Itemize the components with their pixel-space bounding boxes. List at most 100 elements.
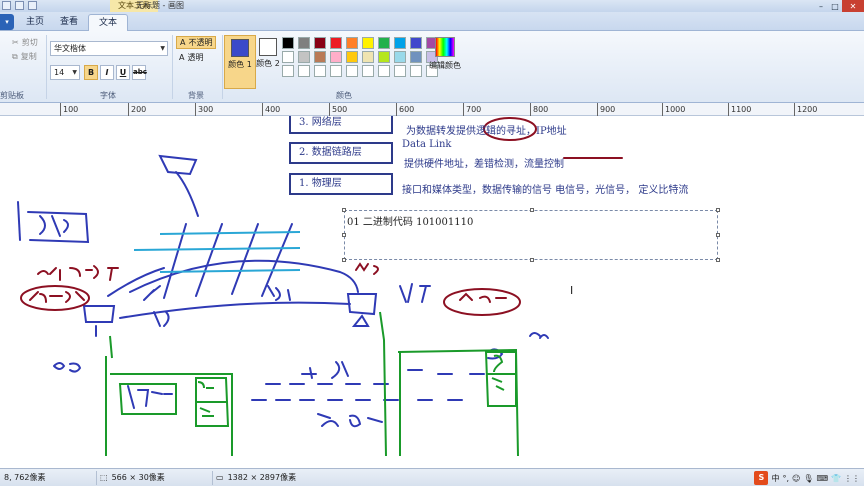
layer-label: 1. 物理层 [299, 178, 342, 189]
cut-button[interactable]: ✂ 剪切 [12, 37, 38, 48]
palette-swatch[interactable] [378, 65, 390, 77]
palette-swatch[interactable] [378, 51, 390, 63]
redo-icon[interactable] [28, 1, 37, 10]
color-wheel-icon [435, 37, 455, 57]
color1-label: 颜色 1 [228, 60, 252, 69]
undo-icon[interactable] [15, 1, 24, 10]
emoji-icon[interactable]: ☺ [792, 474, 800, 483]
drawing-canvas[interactable]: 3. 网络层 2. 数据链路层 1. 物理层 为数据转发提供逻辑的寻址，IP地址… [0, 116, 864, 468]
palette-swatch[interactable] [282, 51, 294, 63]
palette-swatch[interactable] [282, 65, 294, 77]
transparent-option[interactable]: A 透明 [176, 51, 206, 64]
palette-swatch[interactable] [330, 37, 342, 49]
text-box-content[interactable]: 01 二进制代码 101001110 [347, 213, 473, 228]
italic-button[interactable]: I [100, 65, 114, 80]
palette-swatch[interactable] [298, 65, 310, 77]
punctuation-icon[interactable]: °, [782, 474, 789, 483]
palette-swatch[interactable] [298, 51, 310, 63]
palette-swatch[interactable] [314, 37, 326, 49]
palette-swatch[interactable] [346, 51, 358, 63]
palette-swatch[interactable] [394, 37, 406, 49]
resize-handle[interactable] [342, 258, 346, 262]
resize-handle[interactable] [716, 258, 720, 262]
palette-swatch[interactable] [378, 37, 390, 49]
ruler-label: 300 [195, 103, 213, 116]
palette-swatch[interactable] [362, 65, 374, 77]
palette-swatch[interactable] [298, 37, 310, 49]
palette-swatch[interactable] [346, 65, 358, 77]
divider [212, 471, 213, 485]
sketch-stroke [158, 154, 198, 176]
app-menu-button[interactable]: ▾ [0, 14, 14, 30]
text-box[interactable]: 01 二进制代码 101001110 [342, 208, 720, 262]
layer-row: 3. 网络层 [289, 116, 393, 134]
palette-swatch[interactable] [346, 37, 358, 49]
annotation-stroke [29, 291, 85, 303]
palette-swatch[interactable] [330, 51, 342, 63]
resize-handle[interactable] [530, 208, 534, 212]
palette-swatch[interactable] [314, 51, 326, 63]
palette-swatch[interactable] [282, 37, 294, 49]
palette-swatch[interactable] [410, 51, 422, 63]
sketch-stroke [267, 285, 291, 301]
bold-button[interactable]: B [84, 65, 98, 80]
resize-handle[interactable] [342, 233, 346, 237]
resize-handle[interactable] [716, 233, 720, 237]
palette-swatch[interactable] [362, 51, 374, 63]
maximize-icon[interactable]: □ [828, 0, 842, 12]
color2-button[interactable]: 颜色 2 [252, 35, 284, 89]
keyboard-icon[interactable]: ⌨ [816, 474, 828, 483]
edit-colors-button[interactable]: 编辑颜色 [428, 37, 462, 71]
close-icon[interactable]: ✕ [842, 0, 864, 12]
skin-icon[interactable]: 👕 [831, 474, 841, 483]
layer-description: 为数据转发提供逻辑的寻址，IP地址 [406, 126, 567, 137]
ime-logo-icon[interactable]: S [754, 471, 769, 485]
sketch-stroke [143, 285, 161, 301]
tab-text[interactable]: 文本 [88, 14, 129, 31]
green-stroke [105, 335, 233, 456]
transparent-label: 透明 [187, 53, 204, 62]
palette-swatch[interactable] [394, 65, 406, 77]
save-icon[interactable] [2, 1, 11, 10]
ruler-label: 900 [597, 103, 615, 116]
resize-handle[interactable] [530, 258, 534, 262]
resize-handle[interactable] [342, 208, 346, 212]
palette-swatch[interactable] [314, 65, 326, 77]
grid-line [159, 231, 301, 235]
palette-swatch[interactable] [410, 37, 422, 49]
sketch-stroke [127, 385, 173, 409]
ime-mode[interactable]: 中 [771, 473, 779, 484]
tab-view[interactable]: 查看 [50, 14, 88, 31]
minimize-icon[interactable]: – [814, 0, 828, 12]
ruler-label: 700 [463, 103, 481, 116]
strikethrough-button[interactable]: abc [132, 65, 147, 80]
opaque-option[interactable]: A 不透明 [176, 36, 217, 49]
sketch-stroke [399, 283, 431, 303]
palette-swatch[interactable] [410, 65, 422, 77]
tab-home[interactable]: 主页 [16, 14, 54, 31]
underline-button[interactable]: U [116, 65, 130, 80]
grid-icon[interactable]: ⋮⋮ [844, 474, 860, 483]
sketch-stroke [529, 332, 549, 339]
font-family-select[interactable]: 华文楷体 ▼ [50, 41, 168, 56]
palette-swatch[interactable] [330, 65, 342, 77]
font-size-select[interactable]: 14 ▼ [50, 65, 80, 80]
layer-label: 3. 网络层 [299, 117, 342, 128]
copy-button[interactable]: ⧉ 复制 [12, 51, 37, 62]
resize-handle[interactable] [716, 208, 720, 212]
sketch-stroke [82, 305, 116, 323]
layer-label: 2. 数据链路层 [299, 147, 362, 158]
transparent-icon: A [179, 53, 185, 62]
microphone-icon[interactable]: 🎙 [803, 474, 813, 483]
opaque-icon: A [180, 38, 186, 47]
quick-access-toolbar [2, 1, 37, 10]
sketch-stroke [17, 201, 21, 241]
copy-label: 复制 [20, 52, 37, 61]
status-bar: 8, 762像素 ⬚ 566 × 30像素 ▭ 1382 × 2897像素 S 中 … [0, 468, 864, 486]
window-controls: – □ ✕ [814, 0, 864, 12]
cut-label: 剪切 [21, 38, 38, 47]
palette-swatch[interactable] [394, 51, 406, 63]
divider [222, 35, 223, 99]
annotation-stroke [459, 292, 507, 303]
palette-swatch[interactable] [362, 37, 374, 49]
